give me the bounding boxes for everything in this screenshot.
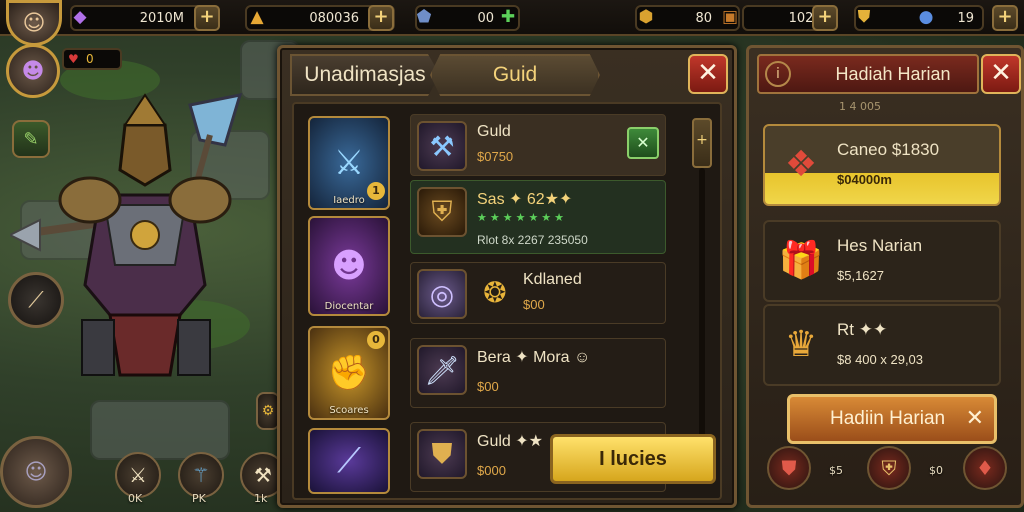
bottom-reward-icons: ⛊ $5 ⛨ $0 ♦ bbox=[767, 446, 1007, 494]
shield-mace-icon: ⛊ bbox=[417, 429, 467, 479]
reward-item[interactable]: 🎁 Hes Narian $5,1627 bbox=[763, 220, 1001, 302]
item-stats: Rlot 8x 2267 235050 bbox=[477, 233, 588, 247]
reward-name: Rt ✦✦ bbox=[837, 320, 888, 339]
bottom-label-1: $5 bbox=[829, 464, 843, 477]
trophy-add-button[interactable]: + bbox=[992, 5, 1018, 31]
card-label: Iaedro bbox=[333, 195, 365, 206]
panel-subtitle: 1 4 005 bbox=[839, 100, 881, 113]
arcane-spear-icon: ⟋ bbox=[337, 441, 361, 481]
progress-stars: ★★★★★★★ bbox=[477, 211, 568, 224]
card-badge: 0 bbox=[367, 331, 385, 349]
accept-check-icon[interactable]: ✕ bbox=[627, 127, 659, 159]
hero-card[interactable]: ⟋ bbox=[308, 428, 390, 494]
list-item[interactable]: 🗡 Bera ✦ Mora ☺ $00 bbox=[410, 338, 666, 408]
armor-icon: ⛨ bbox=[417, 187, 467, 237]
item-price: $000 bbox=[477, 463, 506, 478]
gold-add-button[interactable]: + bbox=[368, 5, 394, 31]
gems-add-button[interactable]: + bbox=[194, 5, 220, 31]
item-name: Sas ✦ 62★✦ bbox=[477, 191, 573, 208]
red-gem-icon[interactable]: ♦ bbox=[963, 446, 1007, 490]
scroll-up-button[interactable]: + bbox=[692, 118, 712, 168]
hero-portrait-button[interactable]: ☺ bbox=[0, 436, 72, 508]
item-price: $00 bbox=[523, 297, 545, 312]
reward-value: $5,1627 bbox=[837, 268, 884, 283]
close-icon[interactable]: ✕ bbox=[966, 405, 984, 431]
ruby-orb-icon: ❖ bbox=[784, 143, 818, 185]
item-name: Kdlaned bbox=[523, 271, 582, 288]
hero-card[interactable]: ☻ Diocentar bbox=[308, 216, 390, 316]
gems-value: 2010M bbox=[139, 10, 184, 26]
tab-unadimasjas[interactable]: Unadimasjas bbox=[290, 54, 440, 96]
daily-reward-header: i Hadiah Harian bbox=[757, 54, 979, 94]
hero-card[interactable]: ⚔ 1 Iaedro bbox=[308, 116, 390, 210]
emerald-crown-icon: ♛ bbox=[784, 323, 818, 365]
bottom-label-2: $0 bbox=[929, 464, 943, 477]
reward-value: $8 400 x 29,03 bbox=[837, 352, 924, 367]
reward-item[interactable]: ♛ Rt ✦✦ $8 400 x 29,03 bbox=[763, 304, 1001, 386]
tab-label: Unadimasjas bbox=[304, 63, 426, 86]
unit-label-3: 1k bbox=[254, 492, 268, 505]
close-button[interactable]: ✕ bbox=[688, 54, 728, 94]
close-button[interactable]: ✕ bbox=[981, 54, 1021, 94]
claim-label: Hadiin Harian bbox=[830, 408, 946, 429]
gold-shield-icon: ⛊ bbox=[857, 7, 871, 27]
gift-box-icon: 🎁 bbox=[778, 240, 824, 281]
tab-guid[interactable]: Guid bbox=[430, 54, 600, 96]
heart-icon: ♥ bbox=[68, 52, 79, 66]
gem-amulet-icon: ❂ bbox=[483, 276, 507, 309]
gold-shield-icon[interactable]: ⛨ bbox=[867, 446, 911, 490]
shield-value: 00 bbox=[477, 10, 494, 26]
info-icon[interactable]: i bbox=[765, 61, 791, 87]
list-item[interactable]: ⚒ Guld $0750 ✕ bbox=[410, 114, 666, 176]
gem-icon: ◆ bbox=[73, 7, 87, 27]
drum-icon: ◎ bbox=[417, 269, 467, 319]
item-name: Guld bbox=[477, 123, 511, 140]
red-shield-icon[interactable]: ⛊ bbox=[767, 446, 811, 490]
panel-title: Hadiah Harian bbox=[835, 63, 951, 84]
trophy-value: 19 bbox=[957, 10, 974, 26]
guild-panel: Unadimasjas Guid ✕ ⚔ 1 Iaedro ☻ Diocenta… bbox=[277, 45, 737, 508]
crate-icon: ▣ bbox=[721, 7, 739, 27]
coins-value: 80 bbox=[695, 10, 712, 26]
daily-reward-panel: i Hadiah Harian ✕ 1 4 005 ❖ Caneo $1830 … bbox=[746, 45, 1024, 508]
mage-portrait-icon: ☻ bbox=[331, 246, 367, 286]
green-plus-icon[interactable]: ✚ bbox=[496, 5, 520, 29]
hero-card[interactable]: ✊ 0 Scoares bbox=[308, 326, 390, 420]
primary-action-label: I lucies bbox=[599, 448, 667, 470]
hp-indicator: ♥ 0 bbox=[62, 48, 122, 70]
claim-button[interactable]: Hadiin Harian ✕ bbox=[787, 394, 997, 444]
hammer-icon: ⚒ bbox=[417, 121, 467, 171]
reward-name: Hes Narian bbox=[837, 236, 923, 255]
scroll-track[interactable] bbox=[699, 168, 705, 468]
card-label: Scoares bbox=[329, 405, 369, 416]
coin-chest-icon: ⬢ bbox=[638, 7, 654, 27]
reward-name: Caneo $1830 bbox=[837, 140, 940, 159]
hp-value: 0 bbox=[86, 52, 94, 66]
reward-value: $04000m bbox=[837, 172, 892, 187]
ally-avatar[interactable]: ☻ bbox=[6, 44, 60, 98]
currency-add-button[interactable]: + bbox=[812, 5, 838, 31]
gold-value: 080036 bbox=[309, 10, 359, 26]
reward-item[interactable]: ❖ Caneo $1830 $04000m bbox=[763, 124, 1001, 206]
tab-label: Guid bbox=[492, 63, 538, 86]
item-name: Bera ✦ Mora ☺ bbox=[477, 349, 591, 366]
list-item[interactable]: ⛨ Sas ✦ 62★✦ ★★★★★★★ Rlot 8x 2267 235050 bbox=[410, 180, 666, 254]
blue-orb-icon: ● bbox=[918, 7, 934, 27]
top-resource-bar: 2010M ◆ + 080036 ▲ + 00 ⬟ ✚ 80 ⬢ ▣ 10200… bbox=[0, 0, 1024, 36]
item-price: $0750 bbox=[477, 149, 514, 164]
primary-action-button[interactable]: I lucies bbox=[550, 434, 716, 484]
item-name: Guld ✦★ bbox=[477, 433, 543, 450]
sword-skill-button[interactable]: ⟋ bbox=[8, 272, 64, 328]
dagger-icon: 🗡 bbox=[417, 345, 467, 395]
card-label: Diocentar bbox=[324, 301, 374, 312]
unit-label-2: PK bbox=[192, 492, 206, 505]
unit-label-1: 0K bbox=[128, 492, 143, 505]
gold-bar-icon: ▲ bbox=[250, 7, 264, 27]
list-item[interactable]: ◎ ❂ Kdlaned $00 bbox=[410, 262, 666, 324]
item-price: $00 bbox=[477, 379, 499, 394]
map-scroll-button[interactable]: ✎ bbox=[12, 120, 50, 158]
shield-icon: ⬟ bbox=[416, 7, 432, 27]
